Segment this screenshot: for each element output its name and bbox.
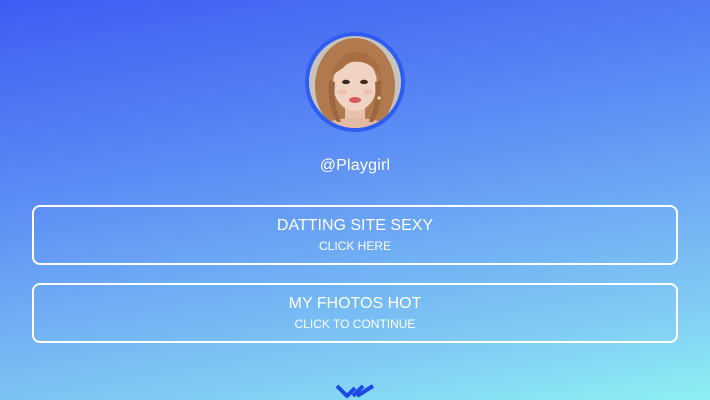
photos-link-button[interactable]: MY FHOTOS HOT CLICK TO CONTINUE — [32, 283, 678, 343]
username: @Playgirl — [319, 157, 391, 174]
dating-site-link-button[interactable]: DATTING SITE SEXY CLICK HERE — [32, 205, 678, 265]
double-chevron-down-icon[interactable] — [335, 382, 375, 400]
profile-photo-image — [309, 36, 401, 128]
link-subtitle: CLICK HERE — [318, 239, 392, 253]
link-title: DATTING SITE SEXY — [276, 217, 434, 234]
link-title: MY FHOTOS HOT — [288, 295, 422, 312]
avatar — [305, 32, 405, 132]
profile-photo — [309, 36, 401, 128]
link-subtitle: CLICK TO CONTINUE — [294, 317, 416, 331]
